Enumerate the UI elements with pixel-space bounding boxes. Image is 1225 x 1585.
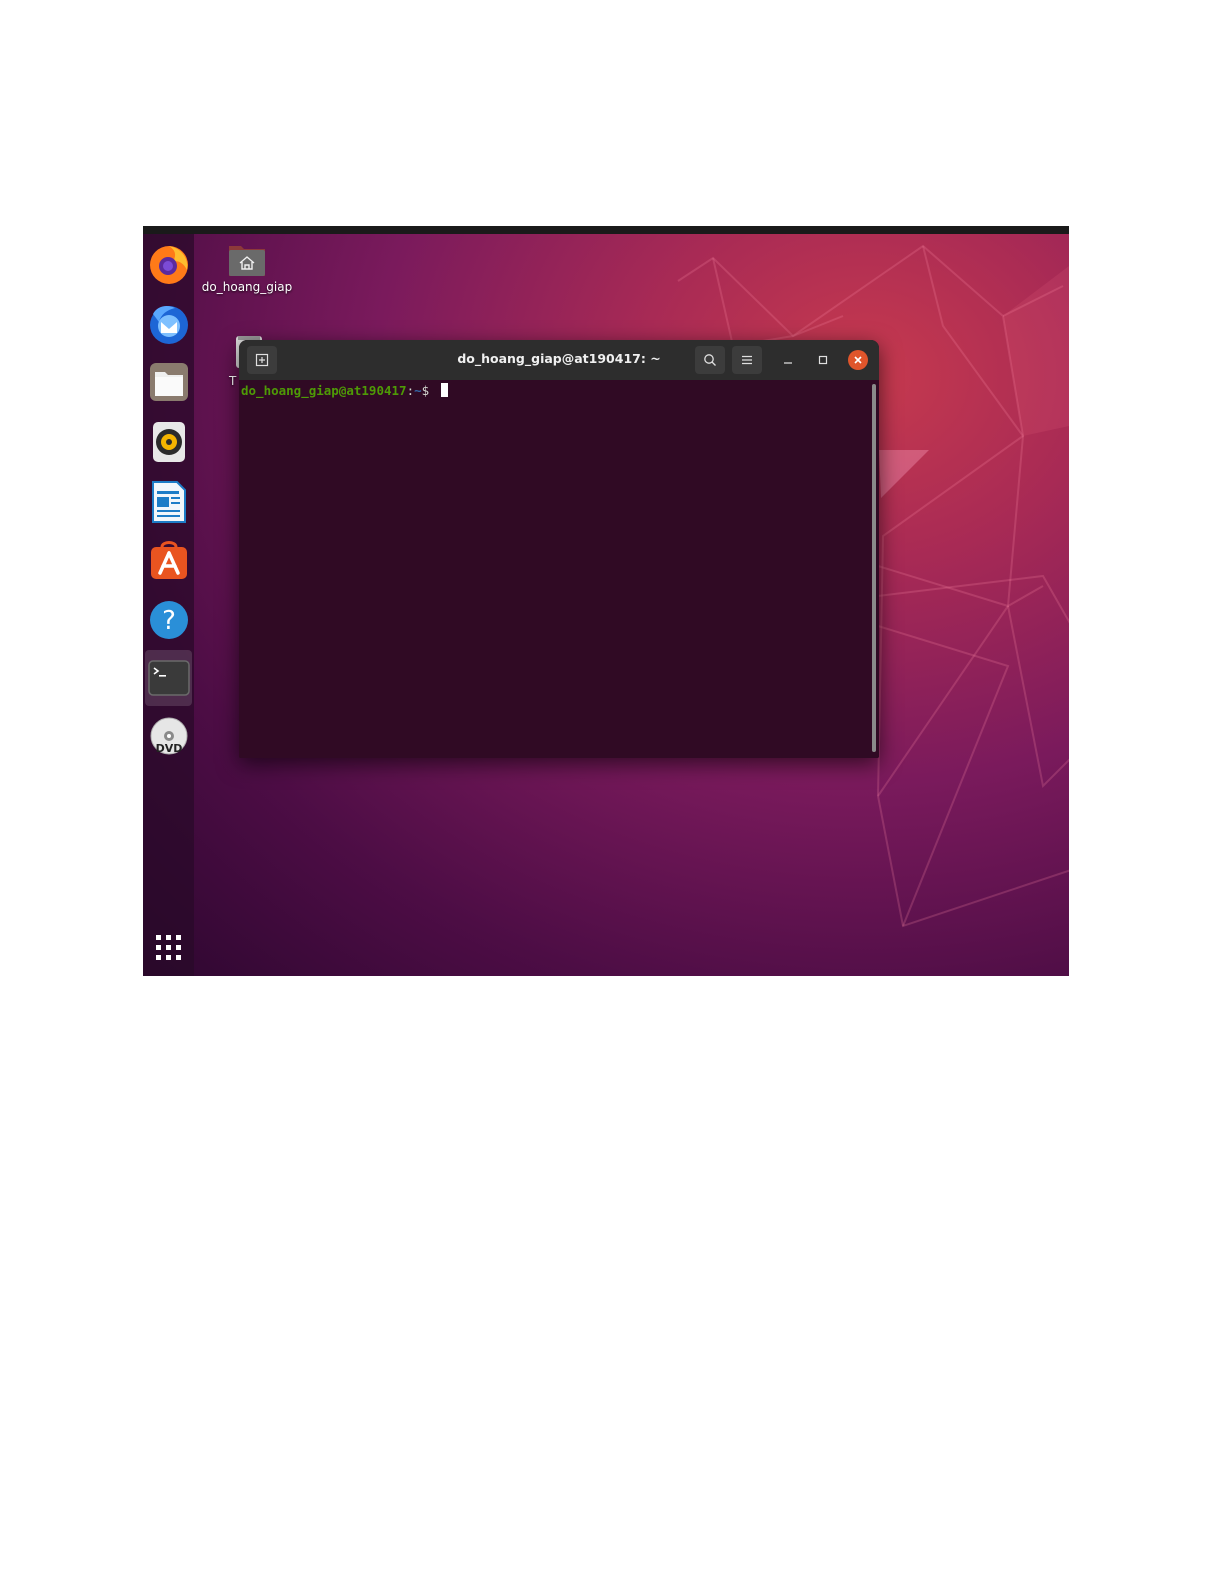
thunderbird-icon — [149, 306, 188, 344]
prompt-separator: : — [406, 383, 415, 398]
svg-text:?: ? — [162, 606, 176, 636]
show-applications-icon — [155, 935, 181, 960]
text-cursor — [440, 383, 448, 397]
prompt-dollar: $ — [421, 383, 430, 398]
minimize-button[interactable] — [777, 349, 799, 371]
dock-thunderbird[interactable] — [143, 296, 194, 352]
firefox-icon — [149, 246, 188, 284]
dvd-label: DVD — [155, 742, 182, 755]
dock-terminal[interactable] — [145, 650, 192, 706]
terminal-titlebar[interactable]: do_hoang_giap@at190417: ~ — [239, 340, 879, 380]
dock-rhythmbox[interactable] — [143, 414, 194, 470]
close-button[interactable] — [848, 350, 868, 370]
files-icon — [149, 363, 188, 401]
close-icon — [854, 356, 862, 364]
search-icon — [704, 354, 716, 366]
new-tab-icon — [255, 353, 269, 367]
terminal-body[interactable]: do_hoang_giap@at190417:~$ — [239, 380, 879, 758]
dock-firefox[interactable] — [143, 236, 194, 292]
dvd-icon: DVD — [150, 717, 187, 755]
dock-show-apps[interactable] — [143, 920, 194, 976]
home-folder-icon — [229, 246, 265, 276]
new-tab-button[interactable] — [247, 346, 277, 374]
dock-help[interactable]: ? — [143, 592, 194, 648]
dock-files[interactable] — [143, 354, 194, 410]
libreoffice-writer-icon — [151, 481, 186, 523]
maximize-icon — [818, 355, 828, 365]
terminal-scrollbar[interactable] — [872, 384, 876, 752]
minimize-icon — [784, 362, 792, 364]
menu-button[interactable] — [732, 346, 762, 374]
dock-software[interactable] — [143, 532, 194, 588]
desktop-screen: do_hoang_giap T ? DVD do_hoang_giap@at19… — [143, 226, 1069, 976]
prompt-path: ~ — [414, 383, 422, 398]
dock: ? DVD — [143, 234, 194, 976]
maximize-button[interactable] — [812, 349, 834, 371]
dock-writer[interactable] — [143, 474, 194, 530]
prompt-user: do_hoang_giap@at190417 — [241, 383, 407, 398]
home-folder-label: do_hoang_giap — [201, 280, 293, 294]
search-button[interactable] — [695, 346, 725, 374]
terminal-window[interactable]: do_hoang_giap@at190417: ~ do_hoang_giap@… — [239, 340, 879, 758]
terminal-icon — [147, 660, 190, 696]
hamburger-menu-icon — [742, 355, 752, 365]
dock-dvd[interactable]: DVD — [143, 710, 194, 766]
rhythmbox-icon — [152, 422, 185, 462]
ubuntu-software-icon — [150, 541, 187, 579]
prompt-line: do_hoang_giap@at190417:~$ — [241, 382, 448, 400]
help-icon: ? — [149, 601, 188, 639]
home-folder[interactable]: do_hoang_giap — [199, 240, 295, 294]
